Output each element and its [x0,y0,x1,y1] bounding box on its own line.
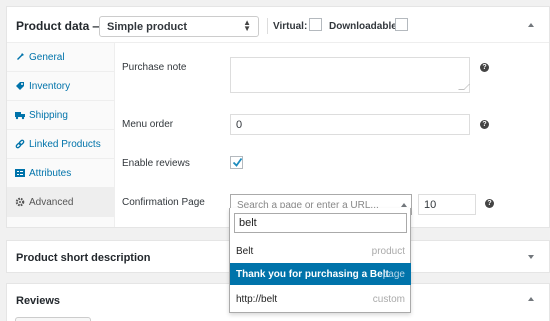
link-icon [15,139,25,149]
product-data-tabs: General Inventory Shipping Linked Produc… [7,43,115,227]
list-icon [15,169,25,177]
reviews-button[interactable] [15,317,91,321]
dropdown-option[interactable]: http://belt custom [230,288,411,310]
purchase-note-textarea[interactable] [230,57,470,93]
downloadable-checkbox[interactable] [395,18,408,31]
tab-label: General [29,52,65,63]
tab-label: Advanced [29,197,74,208]
option-title: Thank you for purchasing a Belt [236,269,389,280]
tab-shipping[interactable]: Shipping [7,101,114,130]
dropdown-option-highlighted[interactable]: Thank you for purchasing a Belt page [230,263,411,285]
menu-order-value: 0 [236,119,243,131]
truck-icon [15,112,25,120]
help-icon[interactable]: ? [480,120,489,129]
virtual-label: Virtual: [273,21,308,32]
short-description-title: Product short description [16,252,151,264]
help-icon[interactable]: ? [480,63,489,72]
dropdown-search-value: belt [239,217,257,229]
product-data-box: Product data — Simple product ▲ ▼ Virtual… [6,6,550,228]
menu-order-label: Menu order [122,119,174,130]
resize-grip-icon[interactable] [458,84,470,90]
confirmation-page-dropdown: belt Belt product Thank you for purchasi… [229,208,411,313]
tab-label: Inventory [29,81,71,92]
tag-icon [16,82,24,90]
header-divider [267,18,268,34]
option-title: Belt [236,246,254,257]
product-data-header: Product data — Simple product ▲ ▼ Virtual… [7,7,549,43]
tab-advanced[interactable]: Advanced [7,188,114,217]
enable-reviews-label: Enable reviews [122,158,190,169]
dropdown-option[interactable]: Belt product [230,240,411,262]
reviews-title: Reviews [16,295,61,307]
confirmation-page-label: Confirmation Page [122,197,205,208]
purchase-note-label: Purchase note [122,62,187,73]
tab-label: Shipping [29,110,68,121]
product-type-value: Simple product [107,21,188,33]
select-arrows-icon: ▲ ▼ [243,18,251,33]
virtual-checkbox[interactable] [309,18,322,31]
select-caret-icon [401,203,407,207]
option-title: http://belt [236,294,278,305]
collapse-toggle-icon[interactable] [528,23,534,27]
tab-label: Linked Products [29,139,101,150]
expand-toggle-icon[interactable] [528,255,534,259]
option-kind: custom [372,294,405,305]
collapse-toggle-icon[interactable] [528,297,534,301]
help-icon[interactable]: ? [485,199,494,208]
tab-inventory[interactable]: Inventory [7,72,114,101]
wrench-icon [17,53,24,60]
option-kind: page [382,269,405,280]
tab-label: Attributes [29,168,72,179]
option-kind: product [371,246,405,257]
product-type-select[interactable]: Simple product ▲ ▼ [99,16,259,37]
menu-order-input[interactable]: 0 [230,114,470,135]
gear-icon [15,197,25,207]
tab-linked-products[interactable]: Linked Products [7,130,114,159]
checkmark-icon [232,157,243,167]
downloadable-label: Downloadable: [329,21,401,32]
confirmation-number-input[interactable]: 10 [418,194,476,215]
product-data-title: Product data — [16,19,105,33]
tab-general[interactable]: General [7,43,114,72]
confirmation-number-value: 10 [424,199,437,211]
dropdown-search-input[interactable]: belt [234,213,407,233]
tab-attributes[interactable]: Attributes [7,159,114,188]
enable-reviews-checkbox[interactable] [230,156,243,169]
